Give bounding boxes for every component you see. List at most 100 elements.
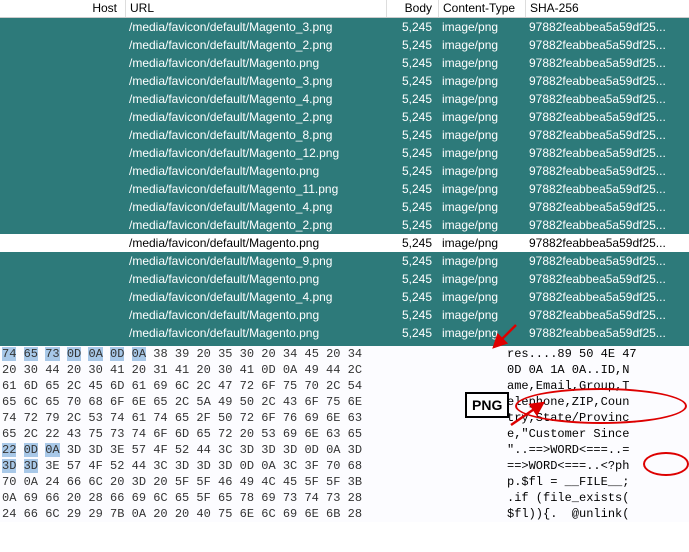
cell-sha: 97882feabbea5a59df25... (525, 199, 689, 215)
table-row[interactable]: /media/favicon/default/Magento.png5,245i… (0, 306, 689, 324)
cell-body: 5,245 (386, 19, 438, 35)
table-row[interactable]: /media/favicon/default/Magento_9.png5,24… (0, 252, 689, 270)
cell-contenttype: image/png (438, 307, 525, 323)
cell-sha: 97882feabbea5a59df25... (525, 289, 689, 305)
header-url[interactable]: URL (125, 0, 386, 17)
cell-sha: 97882feabbea5a59df25... (525, 55, 689, 71)
png-annotation-label: PNG (465, 392, 509, 418)
cell-contenttype: image/png (438, 109, 525, 125)
table-row[interactable]: /media/favicon/default/Magento_11.png5,2… (0, 180, 689, 198)
cell-sha: 97882feabbea5a59df25... (525, 181, 689, 197)
table-row[interactable]: /media/favicon/default/Magento_3.png5,24… (0, 18, 689, 36)
cell-body: 5,245 (386, 55, 438, 71)
cell-contenttype: image/png (438, 127, 525, 143)
cell-body: 5,245 (386, 145, 438, 161)
table-row[interactable]: /media/favicon/default/Magento.png5,245i… (0, 162, 689, 180)
cell-body: 5,245 (386, 199, 438, 215)
cell-url: /media/favicon/default/Magento_3.png (125, 73, 386, 89)
hex-line: 22 0D 0A 3D 3D 3E 57 4F 52 44 3C 3D 3D 3… (0, 442, 689, 458)
cell-body: 5,245 (386, 91, 438, 107)
cell-sha: 97882feabbea5a59df25... (525, 325, 689, 341)
cell-contenttype: image/png (438, 199, 525, 215)
table-row[interactable]: /media/favicon/default/Magento_12.png5,2… (0, 144, 689, 162)
cell-host (0, 296, 125, 298)
cell-url: /media/favicon/default/Magento_2.png (125, 109, 386, 125)
cell-body: 5,245 (386, 253, 438, 269)
cell-url: /media/favicon/default/Magento_4.png (125, 91, 386, 107)
cell-body: 5,245 (386, 289, 438, 305)
cell-url: /media/favicon/default/Magento_8.png (125, 127, 386, 143)
cell-host (0, 170, 125, 172)
cell-host (0, 206, 125, 208)
cell-url: /media/favicon/default/Magento.png (125, 325, 386, 341)
table-row[interactable]: /media/favicon/default/Magento_2.png5,24… (0, 108, 689, 126)
hex-line: 3D 3D 3E 57 4F 52 44 3C 3D 3D 3D 0D 0A 3… (0, 458, 689, 474)
table-row[interactable]: /media/favicon/default/Magento.png5,245i… (0, 54, 689, 72)
table-body: /media/favicon/default/Magento_3.png5,24… (0, 18, 689, 360)
table-row[interactable]: /media/favicon/default/Magento.png5,245i… (0, 234, 689, 252)
cell-contenttype: image/png (438, 19, 525, 35)
cell-host (0, 116, 125, 118)
cell-body: 5,245 (386, 181, 438, 197)
cell-body: 5,245 (386, 127, 438, 143)
cell-sha: 97882feabbea5a59df25... (525, 307, 689, 323)
annotation-oval-2 (643, 452, 689, 476)
cell-sha: 97882feabbea5a59df25... (525, 217, 689, 233)
hex-bytes: 3D 3D 3E 57 4F 52 44 3C 3D 3D 3D 0D 0A 3… (0, 458, 503, 474)
cell-body: 5,245 (386, 271, 438, 287)
table-row[interactable]: /media/favicon/default/Magento.png5,245i… (0, 270, 689, 288)
cell-host (0, 188, 125, 190)
header-contenttype[interactable]: Content-Type (438, 0, 525, 17)
hex-bytes: 74 72 79 2C 53 74 61 74 65 2F 50 72 6F 7… (0, 410, 503, 426)
hex-viewer[interactable]: 74 65 73 0D 0A 0D 0A 38 39 20 35 30 20 3… (0, 346, 689, 522)
cell-url: /media/favicon/default/Magento_2.png (125, 217, 386, 233)
table-row[interactable]: /media/favicon/default/Magento_3.png5,24… (0, 72, 689, 90)
hex-line: 70 0A 24 66 6C 20 3D 20 5F 5F 46 49 4C 4… (0, 474, 689, 490)
table-row[interactable]: /media/favicon/default/Magento_8.png5,24… (0, 126, 689, 144)
cell-url: /media/favicon/default/Magento_11.png (125, 181, 386, 197)
header-body[interactable]: Body (386, 0, 438, 17)
hex-line: 24 66 6C 29 29 7B 0A 20 20 40 75 6E 6C 6… (0, 506, 689, 522)
hex-line: 20 30 44 20 30 41 20 31 41 20 30 41 0D 0… (0, 362, 689, 378)
cell-host (0, 332, 125, 334)
hex-bytes: 24 66 6C 29 29 7B 0A 20 20 40 75 6E 6C 6… (0, 506, 503, 522)
header-host[interactable]: Host (0, 0, 125, 17)
table-row[interactable]: /media/favicon/default/Magento_2.png5,24… (0, 36, 689, 54)
table-row[interactable]: /media/favicon/default/Magento_4.png5,24… (0, 198, 689, 216)
table-row[interactable]: /media/favicon/default/Magento_4.png5,24… (0, 288, 689, 306)
table-row[interactable]: /media/favicon/default/Magento_2.png5,24… (0, 216, 689, 234)
cell-host (0, 314, 125, 316)
cell-body: 5,245 (386, 235, 438, 251)
cell-sha: 97882feabbea5a59df25... (525, 19, 689, 35)
hex-ascii: "..==>WORD<===..= (503, 442, 629, 458)
table-row[interactable]: /media/favicon/default/Magento_4.png5,24… (0, 90, 689, 108)
cell-body: 5,245 (386, 163, 438, 179)
hex-ascii: res....89 50 4E 47 (503, 346, 637, 362)
cell-body: 5,245 (386, 325, 438, 341)
header-sha[interactable]: SHA-256 (525, 0, 689, 17)
cell-contenttype: image/png (438, 73, 525, 89)
cell-contenttype: image/png (438, 289, 525, 305)
cell-url: /media/favicon/default/Magento_9.png (125, 253, 386, 269)
cell-body: 5,245 (386, 217, 438, 233)
hex-ascii: 0D 0A 1A 0A..ID,N (503, 362, 629, 378)
cell-host (0, 26, 125, 28)
cell-url: /media/favicon/default/Magento_4.png (125, 199, 386, 215)
cell-host (0, 80, 125, 82)
table-row[interactable]: /media/favicon/default/Magento.png5,245i… (0, 324, 689, 342)
cell-contenttype: image/png (438, 271, 525, 287)
hex-line: 65 2C 22 43 75 73 74 6F 6D 65 72 20 53 6… (0, 426, 689, 442)
cell-contenttype: image/png (438, 91, 525, 107)
annotation-arrow-2 (509, 399, 549, 429)
cell-body: 5,245 (386, 307, 438, 323)
cell-sha: 97882feabbea5a59df25... (525, 271, 689, 287)
cell-sha: 97882feabbea5a59df25... (525, 37, 689, 53)
cell-url: /media/favicon/default/Magento_3.png (125, 19, 386, 35)
cell-host (0, 242, 125, 244)
cell-host (0, 260, 125, 262)
table-header-row: Host URL Body Content-Type SHA-256 (0, 0, 689, 18)
cell-sha: 97882feabbea5a59df25... (525, 163, 689, 179)
hex-bytes: 22 0D 0A 3D 3D 3E 57 4F 52 44 3C 3D 3D 3… (0, 442, 503, 458)
cell-sha: 97882feabbea5a59df25... (525, 145, 689, 161)
cell-body: 5,245 (386, 109, 438, 125)
